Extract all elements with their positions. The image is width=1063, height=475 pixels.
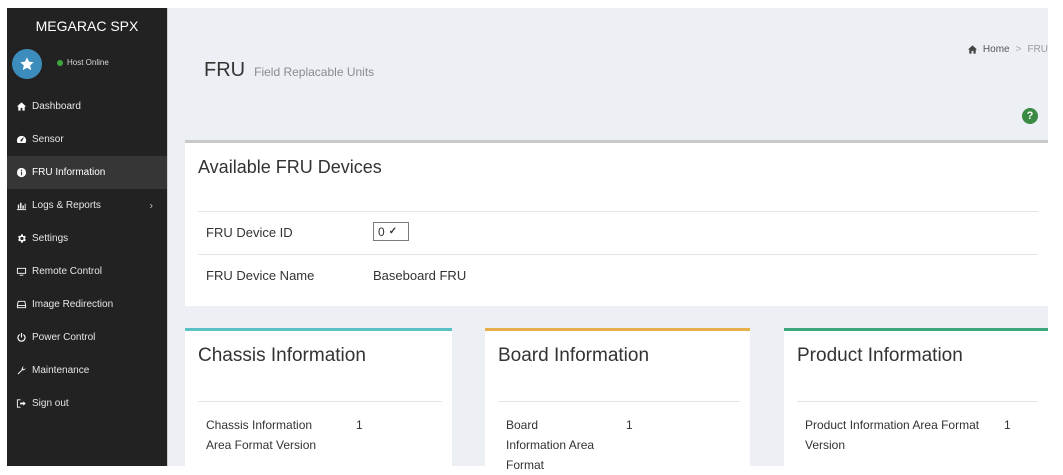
product-format-version-label: Product Information Area Format Version xyxy=(805,418,980,452)
gauge-icon xyxy=(15,134,27,146)
help-icon[interactable]: ? xyxy=(1022,108,1038,124)
sidebar-item-image-redirection[interactable]: Image Redirection xyxy=(7,288,167,321)
breadcrumb-separator: > xyxy=(1015,44,1022,55)
sidebar-item-sign-out[interactable]: Sign out xyxy=(7,387,167,420)
breadcrumb-current: FRU xyxy=(1027,44,1048,55)
user-panel: Host Online xyxy=(7,42,167,90)
sidebar-item-logs-reports[interactable]: Logs & Reports › xyxy=(7,189,167,222)
sidebar-item-label: Remote Control xyxy=(32,266,103,277)
status-dot-icon xyxy=(57,59,63,66)
breadcrumb: Home > FRU xyxy=(967,44,1048,55)
avatar[interactable] xyxy=(12,49,42,79)
sidebar-item-fru-information[interactable]: FRU Information xyxy=(7,156,167,189)
info-icon xyxy=(15,167,27,179)
breadcrumb-home-link[interactable]: Home xyxy=(983,44,1010,55)
home-icon xyxy=(967,45,977,54)
host-status: Host Online xyxy=(57,58,109,67)
divider xyxy=(198,211,1038,212)
bar-chart-icon xyxy=(15,200,27,212)
fru-device-id-label: FRU Device ID xyxy=(206,225,293,240)
page-title-main: FRU xyxy=(204,59,246,81)
sidebar-item-settings[interactable]: Settings xyxy=(7,222,167,255)
sidebar-item-maintenance[interactable]: Maintenance xyxy=(7,354,167,387)
chevron-down-icon: ✓ xyxy=(388,226,398,237)
fru-device-id-value: 0 xyxy=(378,224,385,239)
board-format-version-label: Board Information Area Format xyxy=(506,418,595,472)
chassis-format-version-label: Chassis Information Area Format Version xyxy=(206,418,317,452)
card-title: Product Information xyxy=(797,345,963,366)
sidebar-item-label: Sign out xyxy=(32,398,69,409)
sidebar-item-label: Sensor xyxy=(32,134,64,145)
sidebar-item-dashboard[interactable]: Dashboard xyxy=(7,90,167,123)
product-information-card: Product Information Product Information … xyxy=(784,328,1048,469)
product-format-version-value: 1 xyxy=(1004,418,1011,432)
divider xyxy=(498,401,740,402)
main-content: FRU Field Replacable Units Home > FRU ? … xyxy=(167,8,1048,472)
sidebar-item-label: Logs & Reports xyxy=(32,200,101,211)
sidebar-item-remote-control[interactable]: Remote Control xyxy=(7,255,167,288)
brand-title: MEGARAC SPX xyxy=(35,18,139,34)
card-title: Chassis Information xyxy=(198,345,366,366)
card-title: Board Information xyxy=(498,345,650,366)
divider xyxy=(797,401,1038,402)
home-icon xyxy=(15,101,27,113)
chevron-right-icon: › xyxy=(149,200,153,211)
divider xyxy=(198,401,442,402)
chassis-information-card: Chassis Information Chassis Information … xyxy=(185,328,452,469)
gear-icon xyxy=(15,233,27,245)
wrench-icon xyxy=(15,365,27,377)
divider xyxy=(198,254,1038,255)
board-format-version-value: 1 xyxy=(626,418,633,432)
sidebar-item-label: Dashboard xyxy=(32,101,81,112)
sidebar-menu: Dashboard Sensor FRU Information Logs & … xyxy=(7,90,167,420)
sidebar-item-label: Image Redirection xyxy=(32,299,114,310)
panel-heading: Available FRU Devices xyxy=(198,157,382,177)
drive-icon xyxy=(15,299,27,311)
monitor-icon xyxy=(15,266,27,278)
fru-device-name-label: FRU Device Name xyxy=(206,268,315,283)
sidebar-item-power-control[interactable]: Power Control xyxy=(7,321,167,354)
fru-device-name-value: Baseboard FRU xyxy=(373,268,467,283)
sidebar-item-label: Settings xyxy=(32,233,69,244)
sidebar-item-sensor[interactable]: Sensor xyxy=(7,123,167,156)
sidebar-item-label: Maintenance xyxy=(32,365,90,376)
power-icon xyxy=(15,332,27,344)
sign-out-icon xyxy=(15,398,27,410)
available-fru-devices-panel: Available FRU Devices FRU Device ID 0 ✓ … xyxy=(185,143,1048,306)
sidebar-item-label: FRU Information xyxy=(32,167,106,178)
star-icon xyxy=(20,57,34,71)
page-subtitle: Field Replacable Units xyxy=(254,65,375,79)
board-information-card: Board Information Board Information Area… xyxy=(485,328,750,472)
sidebar: MEGARAC SPX Host Online Dashboard Sensor… xyxy=(7,8,167,466)
host-status-label: Host Online xyxy=(67,58,109,67)
sidebar-item-label: Power Control xyxy=(32,332,96,343)
fru-device-id-select[interactable]: 0 ✓ xyxy=(373,222,409,241)
page-title: FRU Field Replacable Units xyxy=(204,59,374,82)
chassis-format-version-value: 1 xyxy=(356,418,363,432)
